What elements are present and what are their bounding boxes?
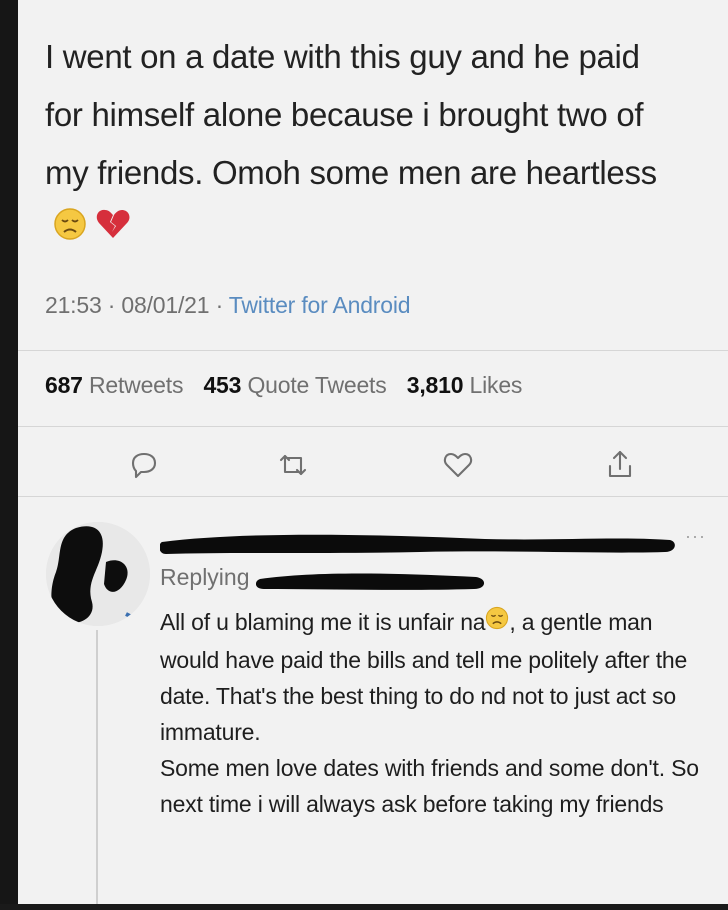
divider: [18, 496, 728, 497]
share-icon[interactable]: [600, 445, 640, 485]
reply-author-redacted: [159, 520, 680, 560]
retweets-count: 687: [45, 372, 83, 398]
broken-heart-icon: [95, 201, 131, 259]
bottom-edge-bar: [0, 904, 728, 910]
reply-icon[interactable]: [124, 445, 164, 485]
reply-paragraph-2: Some men love dates with friends and som…: [160, 754, 699, 817]
replying-to: Replying: [160, 564, 486, 593]
likes-count: 3,810: [406, 372, 464, 398]
quote-tweets-stat[interactable]: 453 Quote Tweets: [203, 372, 386, 398]
tweet-action-bar: [18, 445, 728, 491]
thread-line: [96, 630, 98, 910]
disappointed-face-icon: [53, 201, 87, 259]
reply-body: All of u blaming me it is unfair na, a g…: [160, 604, 710, 822]
likes-stat[interactable]: 3,810 Likes: [406, 372, 523, 398]
quotes-label: Quote Tweets: [247, 372, 387, 398]
tweet-body: I went on a date with this guy and he pa…: [45, 28, 685, 262]
tweet-meta: 21:53 · 08/01/21 · Twitter for Android: [45, 292, 411, 319]
tweet-text: I went on a date with this guy and he pa…: [45, 38, 657, 191]
quotes-count: 453: [203, 372, 242, 398]
avatar[interactable]: [46, 522, 150, 626]
retweet-icon[interactable]: [273, 445, 313, 485]
retweets-label: Retweets: [88, 372, 184, 398]
replying-label: Replying: [160, 564, 250, 590]
more-options-icon[interactable]: ···: [685, 526, 706, 547]
tweet-stats: 687 Retweets 453 Quote Tweets 3,810 Like…: [45, 372, 522, 399]
meta-separator: ·: [107, 292, 122, 318]
tweet-date: 08/01/21: [121, 292, 210, 318]
divider: [18, 426, 728, 427]
divider: [18, 350, 728, 351]
name-redaction: [159, 534, 675, 554]
tweet-source-link[interactable]: Twitter for Android: [229, 292, 411, 318]
reply-text-part-1: All of u blaming me it is unfair na: [160, 609, 486, 635]
like-icon[interactable]: [438, 445, 478, 485]
disappointed-face-icon: [485, 604, 509, 640]
reply-paragraph-1: All of u blaming me it is unfair na, a g…: [160, 604, 710, 750]
left-edge-bar: [0, 0, 18, 910]
reply-tweet: ··· Replying All of u blaming me it is u…: [18, 500, 728, 910]
tweet-time: 21:53: [45, 292, 102, 318]
retweets-stat[interactable]: 687 Retweets: [45, 372, 183, 398]
likes-label: Likes: [469, 372, 523, 398]
avatar-redaction: [46, 522, 150, 626]
meta-separator: ·: [215, 292, 229, 318]
handle-redaction: [255, 573, 484, 590]
